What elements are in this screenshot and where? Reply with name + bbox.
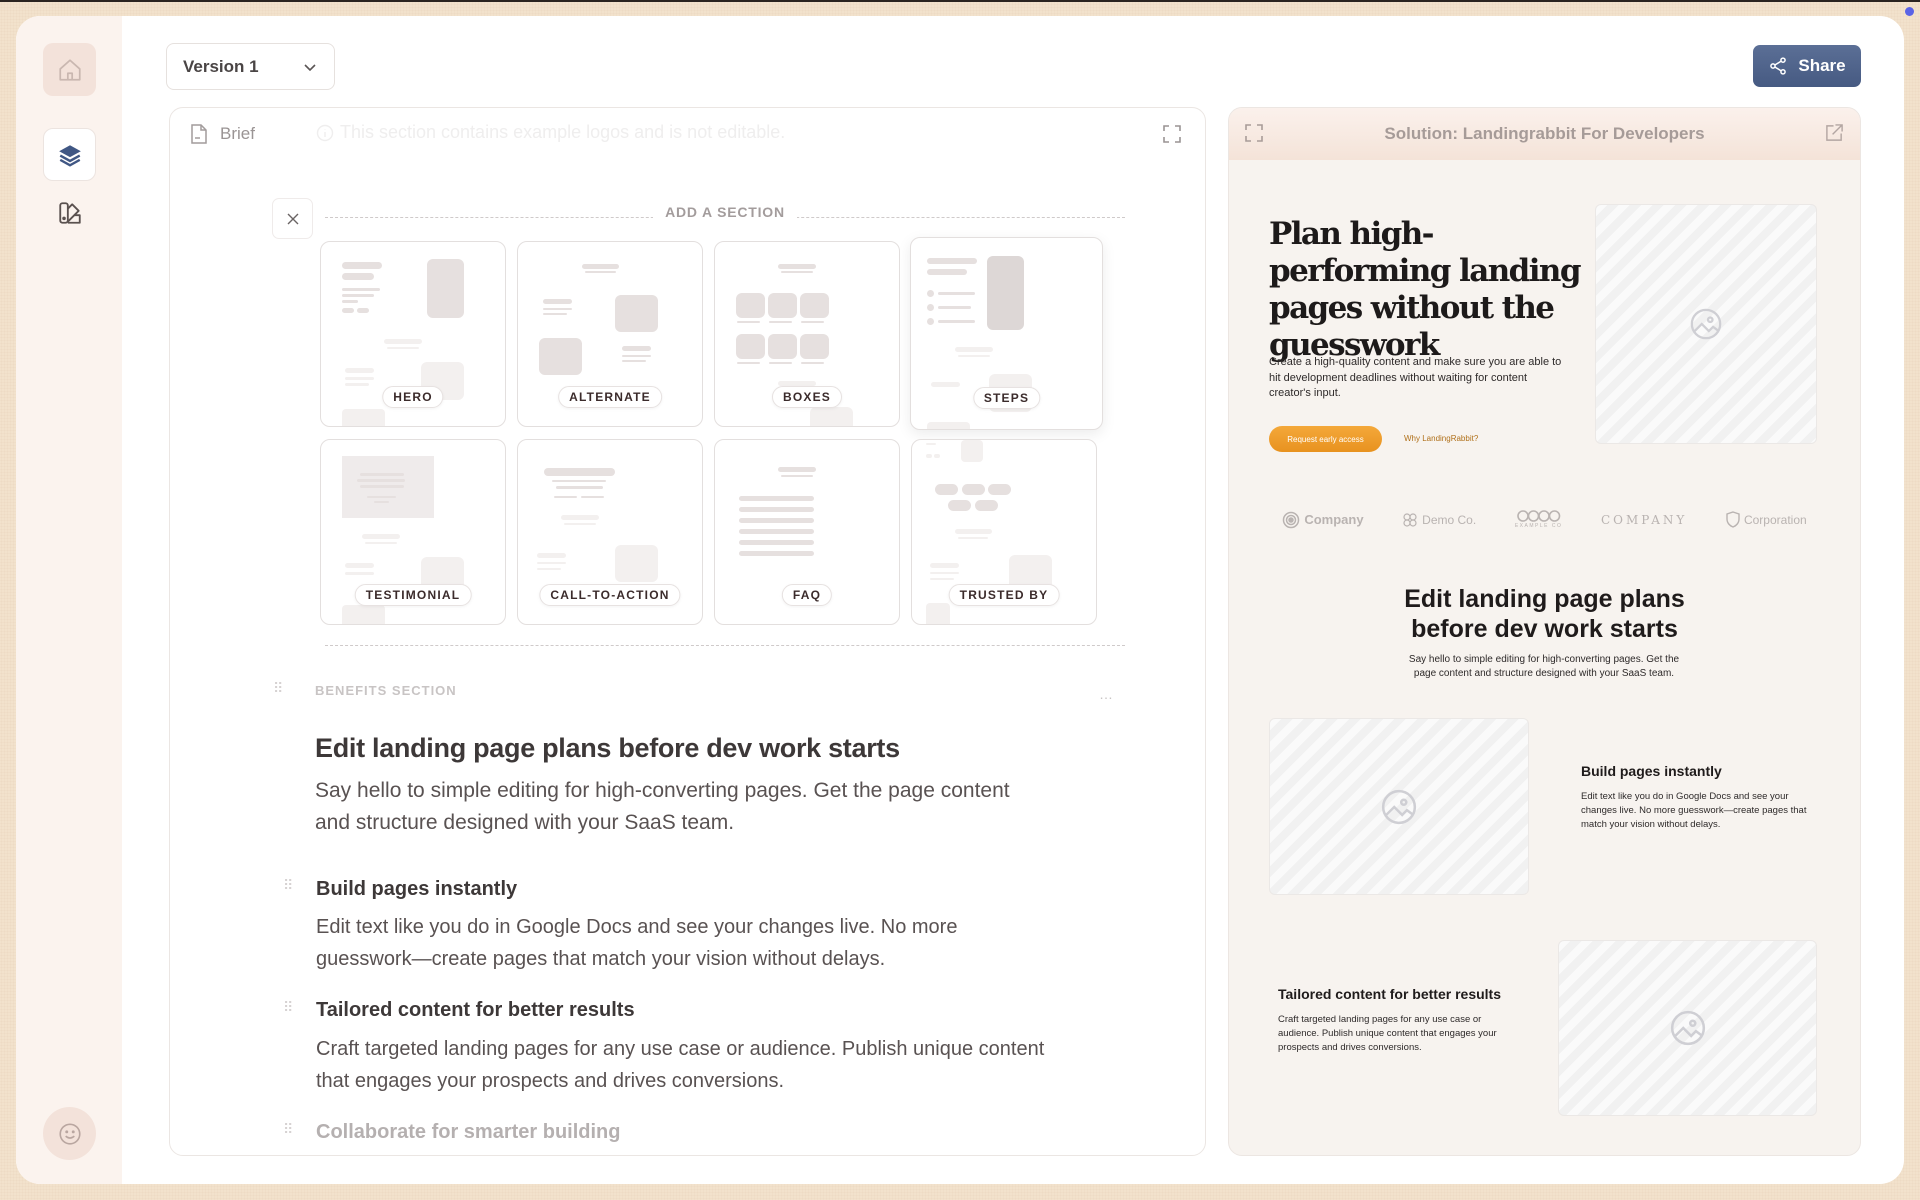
logo-text: COMPANY <box>1600 512 1688 527</box>
template-boxes[interactable]: BOXES <box>714 241 900 427</box>
preview-feature-body: Edit text like you do in Google Docs and… <box>1581 791 1807 830</box>
chevron-down-icon <box>304 63 316 71</box>
preview-feature-image <box>1558 940 1817 1116</box>
preview-feature-title: Tailored content for better results <box>1278 986 1501 1002</box>
preview-panel: Solution: Landingrabbit For Developers P… <box>1228 107 1861 1156</box>
preview-secondary-link[interactable]: Why LandingRabbit? <box>1404 434 1478 443</box>
template-label: FAQ <box>781 584 833 606</box>
add-section-text: ADD A SECTION <box>653 204 797 220</box>
feature-title[interactable]: Collaborate for smarter building <box>316 1121 620 1144</box>
template-alternate[interactable]: ALTERNATE <box>517 241 703 427</box>
template-faq[interactable]: FAQ <box>714 439 900 625</box>
app-window: Version 1 Share Brief This section conta… <box>16 16 1904 1184</box>
share-button[interactable]: Share <box>1753 45 1861 87</box>
open-external-button[interactable] <box>1825 123 1844 147</box>
home-icon <box>58 58 81 81</box>
feature-drag-handle[interactable]: ⠿ <box>283 878 294 892</box>
preview-logo-strip: Company Demo Co. EXAMPLE CO COMPANY Corp… <box>1229 510 1860 529</box>
expand-editor-button[interactable] <box>1163 125 1181 148</box>
rings-icon <box>1516 510 1560 522</box>
template-label: BOXES <box>771 386 843 408</box>
logo-company: Company <box>1282 511 1364 529</box>
smiley-icon <box>58 1122 81 1145</box>
preview-hero-subtitle: Create a high-quality content and make s… <box>1269 356 1562 399</box>
logo-text: Corporation <box>1743 512 1807 527</box>
logo-text: Demo Co. <box>1422 512 1477 527</box>
preview-section-subtitle: Say hello to simple editing for high-con… <box>1408 654 1680 679</box>
template-call-to-action[interactable]: CALL-TO-ACTION <box>517 439 703 625</box>
template-label: ALTERNATE <box>558 386 662 408</box>
feature-title[interactable]: Build pages instantly <box>316 878 517 901</box>
template-trusted-by[interactable]: TRUSTED BY <box>911 439 1097 625</box>
template-label: STEPS <box>972 387 1041 409</box>
expand-icon <box>1163 125 1181 143</box>
logo-corporation: Corporation <box>1726 511 1807 528</box>
version-select[interactable]: Version 1 <box>166 43 335 90</box>
feature-title[interactable]: Tailored content for better results <box>316 999 635 1022</box>
feedback-button[interactable] <box>43 1107 96 1160</box>
external-link-icon <box>1826 124 1843 141</box>
preview-section-title-text: Edit landing page plans before dev work … <box>1404 585 1685 643</box>
template-hero[interactable]: HERO <box>320 241 506 427</box>
sidebar <box>16 16 122 1184</box>
add-section-divider-bottom <box>325 645 1125 646</box>
feature-body[interactable]: Craft targeted landing pages for any use… <box>316 1033 1056 1097</box>
top-strip <box>0 0 1920 2</box>
template-label: TESTIMONIAL <box>354 584 472 606</box>
section-drag-handle[interactable]: ⠿ <box>273 681 284 695</box>
feature-body[interactable]: Edit text like you do in Google Docs and… <box>316 911 1056 975</box>
target-icon <box>1283 511 1300 528</box>
expand-preview-button[interactable] <box>1245 124 1263 147</box>
share-label: Share <box>1798 56 1846 75</box>
brief-label: Brief <box>220 124 255 143</box>
preview-title: Solution: Landingrabbit For Developers <box>1384 124 1705 143</box>
sidebar-item-home[interactable] <box>43 43 96 96</box>
status-dot <box>1905 7 1914 16</box>
feature-body[interactable]: Share designs with your team and get ins… <box>316 1151 1056 1155</box>
preview-section-title: Edit landing page plans before dev work … <box>1229 584 1860 644</box>
clover-icon <box>1403 512 1417 527</box>
share-icon <box>1770 57 1787 75</box>
info-icon <box>316 124 334 141</box>
document-icon <box>191 124 207 144</box>
add-section-label: ADD A SECTION <box>170 204 1205 220</box>
layers-icon <box>58 144 81 167</box>
preview-header: Solution: Landingrabbit For Developers <box>1229 108 1860 160</box>
section-lead[interactable]: Say hello to simple editing for high-con… <box>315 775 1035 839</box>
template-testimonial[interactable]: TESTIMONIAL <box>320 439 506 625</box>
image-placeholder-icon <box>1690 308 1722 340</box>
section-heading[interactable]: Edit landing page plans before dev work … <box>315 733 900 764</box>
expand-icon <box>1245 124 1263 142</box>
template-label: CALL-TO-ACTION <box>539 584 681 606</box>
brief-tab[interactable]: Brief <box>190 124 255 144</box>
info-note-text: This section contains example logos and … <box>340 122 786 142</box>
logo-text: Company <box>1304 512 1364 527</box>
editor-panel: Brief This section contains example logo… <box>169 107 1206 1156</box>
sidebar-item-palette[interactable] <box>43 186 96 239</box>
preview-cta-button[interactable]: Request early access <box>1269 426 1382 452</box>
section-more-button[interactable]: … <box>1099 686 1114 702</box>
template-steps[interactable]: STEPS <box>910 237 1103 430</box>
image-placeholder-icon <box>1381 789 1417 824</box>
shield-icon <box>1726 511 1740 528</box>
info-note: This section contains example logos and … <box>316 122 785 143</box>
feature-drag-handle[interactable]: ⠿ <box>283 1122 294 1136</box>
preview-feature-title: Build pages instantly <box>1581 763 1722 779</box>
version-select-value: Version 1 <box>183 56 259 76</box>
template-label: TRUSTED BY <box>948 584 1060 606</box>
preview-feature-image <box>1269 718 1529 895</box>
preview-feature-body: Craft targeted landing pages for any use… <box>1278 1014 1497 1053</box>
preview-hero-image <box>1595 204 1817 444</box>
template-label: HERO <box>382 386 444 408</box>
logo-text: EXAMPLE CO <box>1514 523 1563 529</box>
image-placeholder-icon <box>1670 1010 1705 1046</box>
logo-demo-co: Demo Co. <box>1402 512 1476 528</box>
sidebar-item-layers[interactable] <box>43 128 96 181</box>
logo-example-co: EXAMPLE CO <box>1515 510 1563 529</box>
preview-hero-title: Plan high-performing landing pages witho… <box>1269 216 1582 363</box>
feature-drag-handle[interactable]: ⠿ <box>283 1000 294 1014</box>
palette-icon <box>58 201 81 224</box>
logo-company-serif: COMPANY <box>1601 513 1687 527</box>
section-label: BENEFITS SECTION <box>315 683 457 698</box>
